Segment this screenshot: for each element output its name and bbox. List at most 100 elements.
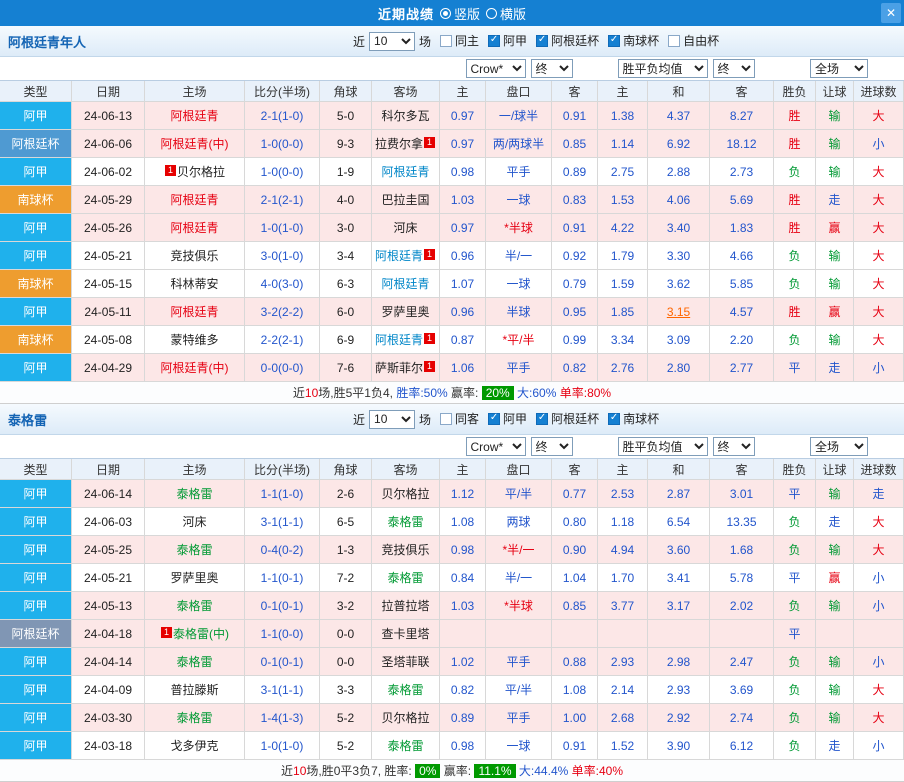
handicap-away-odds: 1.08 — [552, 676, 598, 704]
table-row: 阿甲24-04-14泰格雷0-1(0-1)0-0圣塔菲联1.02平手0.882.… — [0, 648, 904, 676]
team-name: 阿根廷青年人 — [8, 32, 158, 51]
filter-select[interactable]: 终 — [531, 437, 573, 456]
lose-odds: 4.66 — [710, 242, 774, 270]
summary-segment: 20% — [482, 386, 514, 400]
handicap-away-odds: 0.88 — [552, 648, 598, 676]
away-team: 阿根廷青 — [372, 158, 440, 186]
draw-odds: 2.88 — [648, 158, 710, 186]
checkbox-unchecked-icon[interactable] — [440, 35, 452, 47]
column-header-lose-odds: 客 — [710, 459, 774, 480]
corners: 3-0 — [320, 214, 372, 242]
handicap-line: *半/一 — [486, 536, 552, 564]
match-type: 阿甲 — [0, 536, 72, 564]
corners: 3-3 — [320, 676, 372, 704]
filter-select[interactable]: 胜平负均值 — [618, 437, 708, 456]
handicap-home-odds: 0.97 — [440, 102, 486, 130]
goals-result: 大 — [854, 536, 904, 564]
match-type: 阿甲 — [0, 102, 72, 130]
filter-checkbox-item: 同客 — [440, 410, 479, 427]
handicap-away-odds: 0.85 — [552, 130, 598, 158]
checkbox-checked-icon[interactable] — [608, 35, 620, 47]
radio-dot-icon — [443, 11, 448, 16]
checkbox-checked-icon[interactable] — [488, 413, 500, 425]
draw-odds: 3.41 — [648, 564, 710, 592]
filter-select[interactable]: 终 — [713, 59, 755, 78]
column-header-win-odds: 主 — [598, 81, 648, 102]
checkbox-checked-icon[interactable] — [536, 413, 548, 425]
result: 胜 — [774, 214, 816, 242]
score-halftime: 0-1(0-1) — [245, 648, 320, 676]
win-odds: 2.93 — [598, 648, 648, 676]
handicap-away-odds: 0.91 — [552, 214, 598, 242]
handicap-away-odds: 0.99 — [552, 326, 598, 354]
goals-result: 大 — [854, 158, 904, 186]
checkbox-checked-icon[interactable] — [608, 413, 620, 425]
red-card-badge: 1 — [424, 249, 435, 260]
summary-segment: 近 — [293, 384, 305, 401]
result: 负 — [774, 676, 816, 704]
handicap-away-odds: 1.04 — [552, 564, 598, 592]
handicap-away-odds: 0.90 — [552, 536, 598, 564]
filter-select[interactable]: 终 — [531, 59, 573, 78]
handicap-result: 输 — [816, 648, 854, 676]
win-odds: 2.14 — [598, 676, 648, 704]
lose-odds: 18.12 — [710, 130, 774, 158]
competition-checkboxes: 同主阿甲阿根廷杯南球杯自由杯 — [431, 32, 719, 50]
goals-result: 大 — [854, 298, 904, 326]
table-row: 阿甲24-05-21罗萨里奥1-1(0-1)7-2泰格雷0.84半/一1.041… — [0, 564, 904, 592]
home-team: 普拉滕斯 — [145, 676, 245, 704]
match-count-select[interactable]: 10 — [369, 32, 415, 51]
goals-result: 大 — [854, 270, 904, 298]
draw-odds: 3.60 — [648, 536, 710, 564]
close-icon[interactable]: ✕ — [881, 3, 901, 23]
competition-checkboxes: 同客阿甲阿根廷杯南球杯 — [431, 410, 659, 428]
win-odds: 3.77 — [598, 592, 648, 620]
home-team: 蒙特维多 — [145, 326, 245, 354]
filter-select[interactable]: Crow* — [466, 59, 526, 78]
filter-select[interactable]: 终 — [713, 437, 755, 456]
checkbox-label: 阿甲 — [503, 32, 527, 49]
goals-result: 小 — [854, 354, 904, 382]
checkbox-checked-icon[interactable] — [536, 35, 548, 47]
vertical-layout-radio[interactable] — [440, 8, 451, 19]
corners: 6-3 — [320, 270, 372, 298]
filter-select[interactable]: 全场 — [810, 437, 868, 456]
table-header: 类型日期主场比分(半场)角球客场主盘口客主和客胜负让球进球数 — [0, 80, 904, 102]
checkbox-checked-icon[interactable] — [488, 35, 500, 47]
corners: 2-6 — [320, 480, 372, 508]
goals-result — [854, 620, 904, 648]
goals-result: 小 — [854, 564, 904, 592]
match-date: 24-05-21 — [72, 242, 145, 270]
handicap-line: *半球 — [486, 214, 552, 242]
match-type: 阿根廷杯 — [0, 620, 72, 648]
lose-odds: 1.68 — [710, 536, 774, 564]
checkbox-unchecked-icon[interactable] — [440, 413, 452, 425]
filter-select[interactable]: 胜平负均值 — [618, 59, 708, 78]
match-count-select[interactable]: 10 — [369, 410, 415, 429]
column-header-lose-odds: 客 — [710, 81, 774, 102]
score-halftime: 1-1(1-0) — [245, 480, 320, 508]
away-team: 拉普拉塔 — [372, 592, 440, 620]
handicap-result: 输 — [816, 480, 854, 508]
handicap-away-odds: 0.77 — [552, 480, 598, 508]
result: 负 — [774, 270, 816, 298]
horizontal-layout-radio[interactable] — [486, 8, 497, 19]
column-header-match-date: 日期 — [72, 459, 145, 480]
away-team: 拉费尔拿1 — [372, 130, 440, 158]
checkbox-unchecked-icon[interactable] — [668, 35, 680, 47]
win-odds: 2.75 — [598, 158, 648, 186]
corners: 0-0 — [320, 620, 372, 648]
handicap-home-odds: 1.08 — [440, 508, 486, 536]
result: 负 — [774, 732, 816, 760]
corners: 6-0 — [320, 298, 372, 326]
home-team: 阿根廷青 — [145, 214, 245, 242]
win-odds: 1.18 — [598, 508, 648, 536]
away-team: 泰格雷 — [372, 676, 440, 704]
handicap-line: 半球 — [486, 298, 552, 326]
filter-select[interactable]: 全场 — [810, 59, 868, 78]
summary-segment: 0% — [415, 764, 440, 778]
column-header-away-team: 客场 — [372, 459, 440, 480]
filter-select[interactable]: Crow* — [466, 437, 526, 456]
column-header-goals-result: 进球数 — [854, 459, 904, 480]
summary-bar: 近10场,胜5平1负4, 胜率:50% 赢率: 20% 大:60% 单率:80% — [0, 382, 904, 404]
